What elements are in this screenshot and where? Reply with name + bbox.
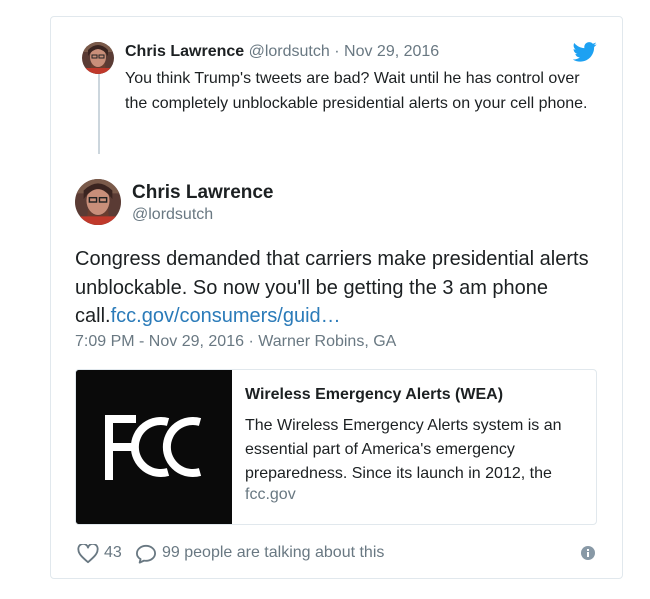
parent-author-handle[interactable]: @lordsutch	[249, 43, 330, 60]
tweet-timestamp[interactable]: 7:09 PM - Nov 29, 2016	[75, 333, 244, 350]
link-preview-card[interactable]: Wireless Emergency Alerts (WEA) The Wire…	[75, 369, 597, 525]
thread-connector-line	[98, 72, 100, 154]
parent-tweet-header: Chris Lawrence @lordsutch · Nov 29, 2016	[125, 43, 439, 61]
link-card-title: Wireless Emergency Alerts (WEA)	[245, 386, 504, 403]
twitter-bird-icon[interactable]	[572, 41, 597, 63]
meta-separator: ·	[248, 333, 254, 350]
tweet-metadata: 7:09 PM - Nov 29, 2016 · Warner Robins, …	[75, 333, 396, 351]
main-tweet-text: Congress demanded that carriers make pre…	[75, 245, 605, 331]
info-icon[interactable]	[581, 546, 595, 560]
parent-author-name[interactable]: Chris Lawrence	[125, 43, 244, 60]
heart-icon[interactable]	[77, 542, 99, 564]
main-author-name[interactable]: Chris Lawrence	[132, 182, 274, 204]
main-avatar[interactable]	[75, 179, 121, 225]
fcc-logo-icon	[76, 370, 232, 524]
embedded-tweet-card: Chris Lawrence @lordsutch · Nov 29, 2016…	[50, 16, 623, 579]
parent-tweet-text: You think Trump's tweets are bad? Wait u…	[125, 70, 588, 112]
like-count[interactable]: 43	[104, 544, 122, 562]
link-card-description: The Wireless Emergency Alerts system is …	[245, 417, 562, 482]
main-author-handle[interactable]: @lordsutch	[132, 206, 213, 224]
tweet-link[interactable]: fcc.gov/consumers/guid…	[111, 305, 341, 327]
tweet-actions: 43 99 people are talking about this	[77, 542, 597, 567]
speech-bubble-icon[interactable]	[135, 544, 157, 564]
parent-tweet-date[interactable]: Nov 29, 2016	[344, 43, 439, 60]
tweet-location[interactable]: Warner Robins, GA	[258, 333, 396, 350]
parent-avatar[interactable]	[82, 42, 114, 74]
header-separator: ·	[334, 43, 340, 60]
quoted-parent-tweet[interactable]: Chris Lawrence @lordsutch · Nov 29, 2016…	[51, 17, 622, 167]
fcc-logo-image	[76, 370, 232, 524]
link-card-domain: fcc.gov	[245, 486, 296, 503]
conversation-link[interactable]: 99 people are talking about this	[162, 544, 384, 562]
